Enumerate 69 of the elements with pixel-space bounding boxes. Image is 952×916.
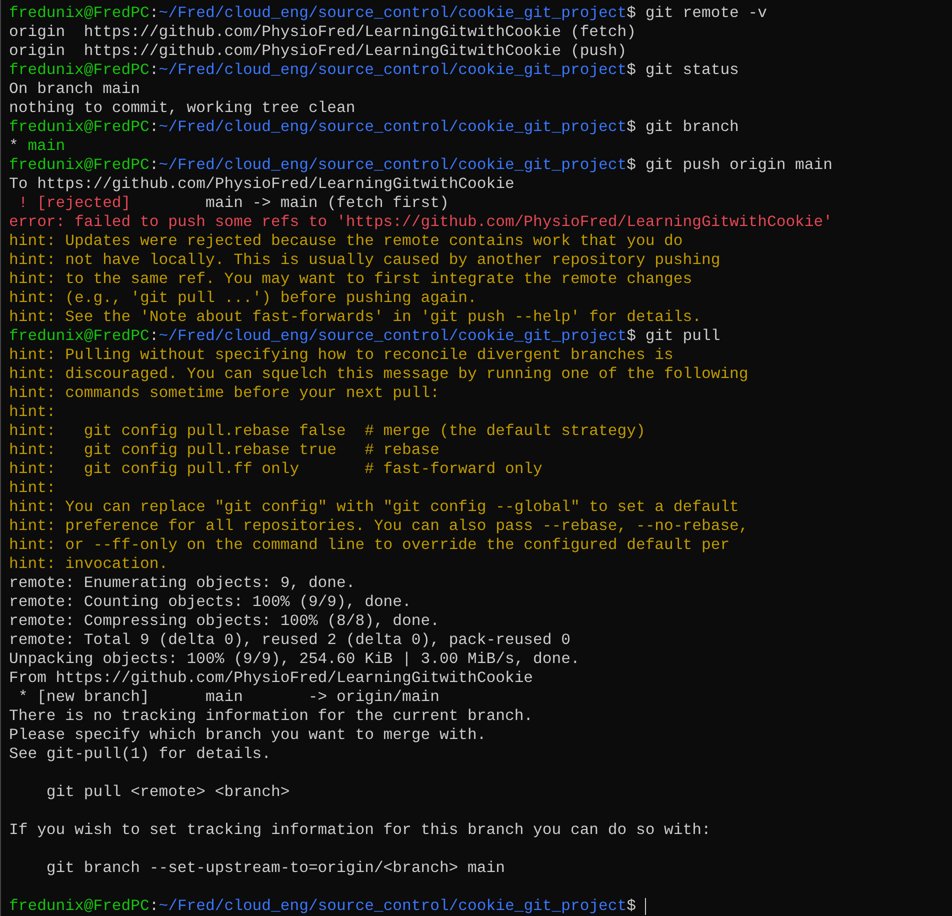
- output-line: remote: Counting objects: 100% (9/9), done.: [9, 593, 412, 612]
- output-line: remote: Compressing objects: 100% (8/8), done.: [9, 612, 440, 631]
- prompt-path: ~/Fred/cloud_eng/source_control/cookie_git_project: [158, 897, 627, 916]
- command-example: git branch --set-upstream-to=origin/<branch> main: [46, 859, 505, 878]
- prompt-separator: :: [149, 118, 159, 137]
- prompt-symbol: $: [626, 897, 636, 916]
- output-line: origin https://github.com/PhysioFred/LearningGitwithCookie (push): [9, 42, 627, 61]
- prompt-user: fredunix@FredPC: [9, 156, 150, 175]
- hint-line: hint: discouraged. You can squelch this message by running one of the following: [9, 365, 748, 384]
- hint-line: hint: See the 'Note about fast-forwards' in 'git push --help' for details.: [9, 308, 702, 327]
- hint-line: hint: or --ff-only on the command line to override the configured default per: [9, 536, 730, 555]
- output-line: There is no tracking information for the current branch.: [9, 707, 534, 726]
- output-line: * [new branch] main -> origin/main: [18, 688, 440, 707]
- hint-line: hint: You can replace "git config" with "git config --global" to set a default: [9, 498, 739, 517]
- prompt-separator: :: [149, 61, 159, 80]
- rejected-status: ! [rejected]: [18, 194, 131, 213]
- command-text: git push origin main: [645, 156, 832, 175]
- prompt-separator: :: [149, 327, 159, 346]
- prompt-symbol: $: [626, 118, 636, 137]
- hint-line: hint: git config pull.rebase false # merge (the default strategy): [9, 422, 646, 441]
- output-line: remote: Enumerating objects: 9, done.: [9, 574, 356, 593]
- prompt-path: ~/Fred/cloud_eng/source_control/cookie_git_project: [158, 118, 627, 137]
- hint-line: hint: preference for all repositories. You can also pass --rebase, --no-rebase,: [9, 517, 748, 536]
- output-line: If you wish to set tracking information for this branch you can do so with:: [9, 821, 711, 840]
- hint-line: hint:: [9, 403, 56, 422]
- prompt-separator: :: [149, 4, 159, 23]
- command-text: git remote -v: [645, 4, 767, 23]
- output-line: See git-pull(1) for details.: [9, 745, 272, 764]
- output-line: On branch main: [9, 80, 140, 99]
- current-branch-marker: *: [9, 137, 18, 156]
- prompt-symbol: $: [626, 4, 636, 23]
- hint-line: hint: Updates were rejected because the remote contains work that you do: [9, 232, 683, 251]
- prompt-symbol: $: [626, 327, 636, 346]
- output-line: origin https://github.com/PhysioFred/LearningGitwithCookie (fetch): [9, 23, 636, 42]
- hint-line: hint: not have locally. This is usually caused by another repository pushing: [9, 251, 720, 270]
- output-line: Please specify which branch you want to merge with.: [9, 726, 486, 745]
- hint-line: hint: commands sometime before your next pull:: [9, 384, 440, 403]
- output-line: remote: Total 9 (delta 0), reused 2 (delta 0), pack-reused 0: [9, 631, 570, 650]
- command-text: git pull: [645, 327, 720, 346]
- output-line: nothing to commit, working tree clean: [9, 99, 356, 118]
- output-line: Unpacking objects: 100% (9/9), 254.60 KiB | 3.00 MiB/s, done.: [9, 650, 580, 669]
- error-line: error: failed to push some refs to 'https://github.com/PhysioFred/LearningGitwithCookie': [9, 213, 832, 232]
- hint-line: hint:: [9, 479, 56, 498]
- prompt-user: fredunix@FredPC: [9, 897, 150, 916]
- prompt-user: fredunix@FredPC: [9, 118, 150, 137]
- hint-line: hint: invocation.: [9, 555, 168, 574]
- hint-line: hint: Pulling without specifying how to reconcile divergent branches is: [9, 346, 674, 365]
- hint-line: hint: (e.g., 'git pull ...') before pushing again.: [9, 289, 477, 308]
- prompt-separator: :: [149, 897, 159, 916]
- output-line: main -> main (fetch first): [206, 194, 449, 213]
- prompt-path: ~/Fred/cloud_eng/source_control/cookie_git_project: [158, 61, 627, 80]
- prompt-user: fredunix@FredPC: [9, 327, 150, 346]
- output-line: From https://github.com/PhysioFred/LearningGitwithCookie: [9, 669, 534, 688]
- prompt-symbol: $: [626, 61, 636, 80]
- prompt-user: fredunix@FredPC: [9, 4, 150, 23]
- prompt-separator: :: [149, 156, 159, 175]
- prompt-symbol: $: [626, 156, 636, 175]
- branch-name: main: [28, 137, 66, 156]
- hint-line: hint: git config pull.rebase true # rebase: [9, 441, 440, 460]
- prompt-path: ~/Fred/cloud_eng/source_control/cookie_git_project: [158, 4, 627, 23]
- hint-line: hint: to the same ref. You may want to first integrate the remote changes: [9, 270, 692, 289]
- hint-line: hint: git config pull.ff only # fast-forward only: [9, 460, 542, 479]
- output-line: To https://github.com/PhysioFred/LearningGitwithCookie: [9, 175, 514, 194]
- command-example: git pull <remote> <branch>: [46, 783, 290, 802]
- prompt-path: ~/Fred/cloud_eng/source_control/cookie_git_project: [158, 156, 627, 175]
- prompt-user: fredunix@FredPC: [9, 61, 150, 80]
- prompt-path: ~/Fred/cloud_eng/source_control/cookie_git_project: [158, 327, 627, 346]
- command-text: git status: [645, 61, 739, 80]
- command-text: git branch: [645, 118, 739, 137]
